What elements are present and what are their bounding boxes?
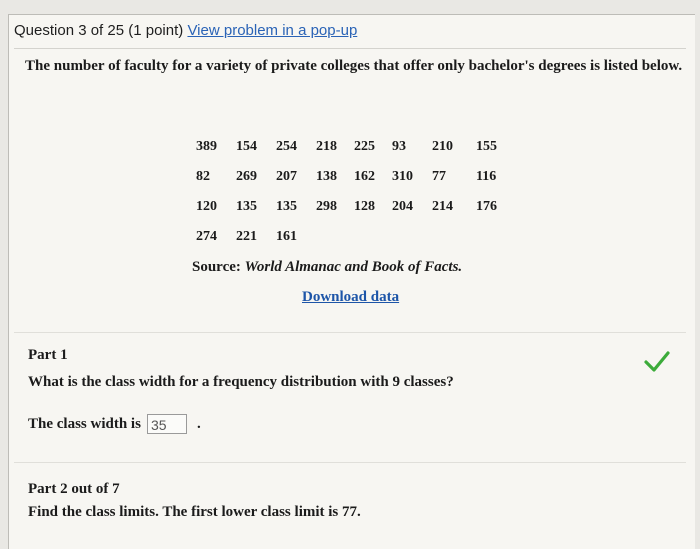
table-row: 82 269 207 138 162 310 77 116: [196, 162, 506, 192]
table-cell: 82: [196, 169, 210, 184]
table-cell: 269: [236, 169, 257, 184]
data-table: 389 154 254 218 225 93 210 155 82 269 207 138 162 310…: [196, 132, 506, 252]
problem-intro: The number of faculty for a variety of p…: [25, 58, 683, 74]
table-cell: 161: [276, 229, 297, 244]
table-row: 120 135 135 298 128 204 214 176: [196, 192, 506, 222]
table-cell: 93: [392, 139, 406, 154]
table-cell: 207: [276, 169, 297, 184]
table-cell: 135: [236, 199, 257, 214]
table-cell: 138: [316, 169, 337, 184]
table-cell: 214: [432, 199, 453, 214]
table-cell: 77: [432, 169, 446, 184]
table-cell: 254: [276, 139, 297, 154]
source-citation: Source: World Almanac and Book of Facts.: [192, 259, 462, 276]
table-cell: 221: [236, 229, 257, 244]
question-header: Question 3 of 25 (1 point) View problem …: [14, 22, 686, 49]
checkmark-icon: [644, 351, 670, 372]
table-cell: 116: [476, 169, 497, 184]
table-cell: 204: [392, 199, 413, 214]
part1-question: What is the class width for a frequency …: [28, 374, 454, 390]
table-cell: 225: [354, 139, 375, 154]
divider: [14, 462, 686, 463]
table-cell: 210: [432, 139, 453, 154]
answer-suffix: .: [196, 415, 201, 432]
table-cell: 218: [316, 139, 337, 154]
table-cell: 135: [276, 199, 297, 214]
class-width-input[interactable]: 35: [146, 414, 187, 434]
table-cell: 128: [354, 199, 375, 214]
download-data-link[interactable]: Download data: [302, 289, 399, 306]
view-popup-link[interactable]: View problem in a pop-up: [187, 22, 357, 39]
table-cell: 154: [236, 139, 257, 154]
part2-question: Find the class limits. The first lower c…: [28, 504, 361, 520]
part1-answer-row: The class width is 35 .: [28, 414, 201, 434]
table-row: 389 154 254 218 225 93 210 155: [196, 132, 506, 162]
table-cell: 274: [196, 229, 217, 244]
table-cell: 298: [316, 199, 337, 214]
source-title: World Almanac and Book of Facts.: [244, 259, 463, 275]
answer-prefix: The class width is: [28, 415, 141, 432]
divider: [14, 332, 686, 333]
question-panel: [8, 14, 695, 549]
source-label: Source:: [192, 259, 241, 275]
part2-title: Part 2 out of 7: [28, 481, 120, 497]
part1-title: Part 1: [28, 347, 68, 363]
table-row: 274 221 161: [196, 222, 506, 252]
question-label: Question 3 of 25 (1 point): [14, 22, 184, 39]
table-cell: 155: [476, 139, 497, 154]
table-cell: 120: [196, 199, 217, 214]
table-cell: 162: [354, 169, 375, 184]
table-cell: 176: [476, 199, 497, 214]
table-cell: 310: [392, 169, 413, 184]
table-cell: 389: [196, 139, 217, 154]
